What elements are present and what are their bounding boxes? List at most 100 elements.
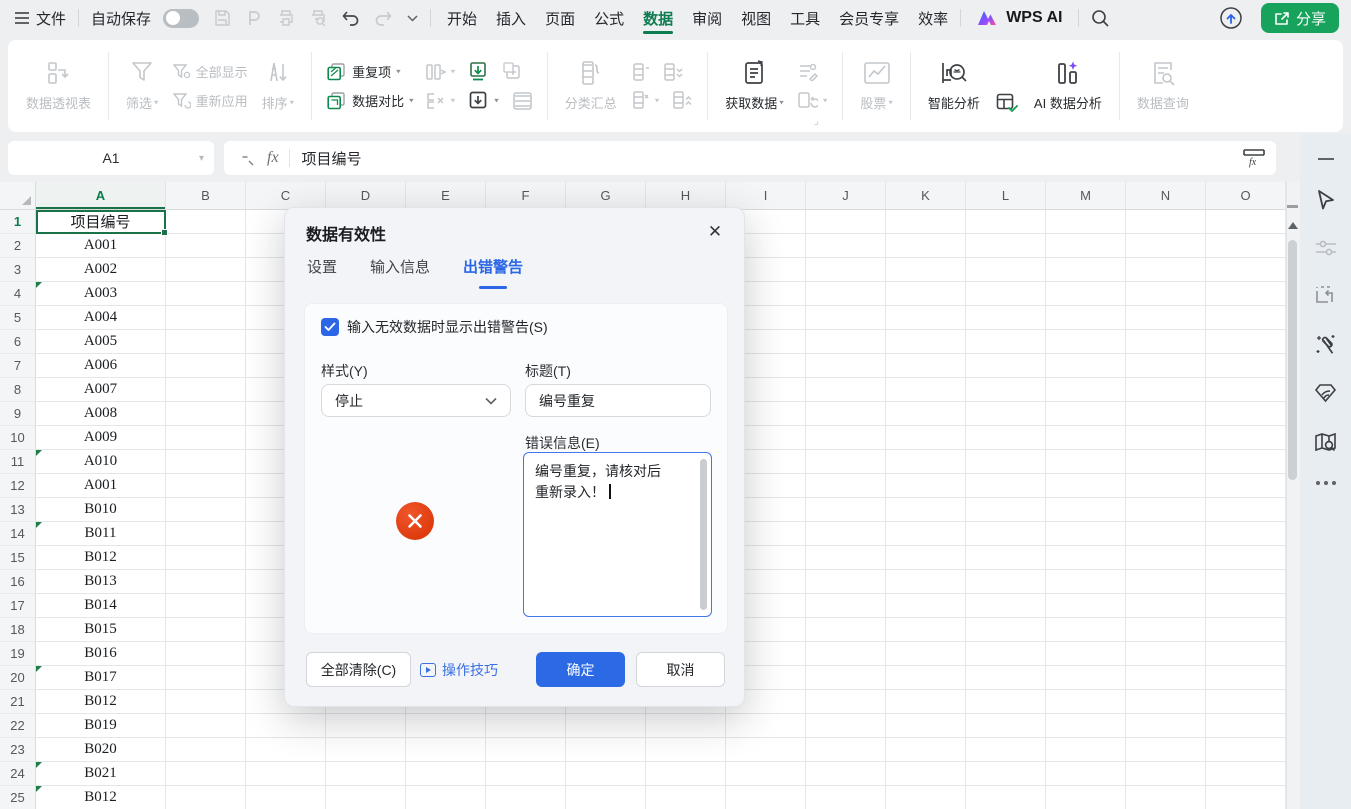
refresh-data-button[interactable]: ▾ — [798, 91, 828, 109]
cell-M14[interactable] — [1046, 522, 1126, 546]
cell-M17[interactable] — [1046, 594, 1126, 618]
cell-B10[interactable] — [166, 426, 246, 450]
formula-search-icon[interactable] — [238, 150, 255, 167]
cell-J21[interactable] — [806, 690, 886, 714]
cell-K9[interactable] — [886, 402, 966, 426]
cell-B13[interactable] — [166, 498, 246, 522]
cell-B19[interactable] — [166, 642, 246, 666]
cell-K13[interactable] — [886, 498, 966, 522]
cell-O3[interactable] — [1206, 258, 1286, 282]
file-menu[interactable]: 文件 — [14, 8, 66, 29]
cell-N8[interactable] — [1126, 378, 1206, 402]
cell-O10[interactable] — [1206, 426, 1286, 450]
split-columns-button[interactable]: ▾ — [426, 63, 456, 81]
tab-视图[interactable]: 视图 — [741, 0, 771, 36]
row-header-8[interactable]: 8 — [0, 378, 36, 402]
cell-B9[interactable] — [166, 402, 246, 426]
cell-M16[interactable] — [1046, 570, 1126, 594]
cell-N3[interactable] — [1126, 258, 1206, 282]
cell-A7[interactable]: A006 — [36, 354, 166, 378]
print-preview-icon[interactable] — [309, 9, 327, 27]
cell-J13[interactable] — [806, 498, 886, 522]
error-message-textarea[interactable]: 编号重复，请核对后重新录入！ — [523, 452, 712, 617]
cell-N9[interactable] — [1126, 402, 1206, 426]
cell-J22[interactable] — [806, 714, 886, 738]
cell-B14[interactable] — [166, 522, 246, 546]
column-header-E[interactable]: E — [406, 182, 486, 209]
cell-J24[interactable] — [806, 762, 886, 786]
cell-K16[interactable] — [886, 570, 966, 594]
cell-L5[interactable] — [966, 306, 1046, 330]
show-alert-checkbox-row[interactable]: 输入无效数据时显示出错警告(S) — [321, 317, 548, 337]
cell-G25[interactable] — [566, 786, 646, 809]
cell-O15[interactable] — [1206, 546, 1286, 570]
cell-O8[interactable] — [1206, 378, 1286, 402]
column-header-J[interactable]: J — [806, 182, 886, 209]
cell-A16[interactable]: B013 — [36, 570, 166, 594]
cell-B16[interactable] — [166, 570, 246, 594]
cell-N12[interactable] — [1126, 474, 1206, 498]
export-pdf-icon[interactable] — [245, 9, 263, 27]
cell-L12[interactable] — [966, 474, 1046, 498]
cell-I23[interactable] — [726, 738, 806, 762]
column-header-D[interactable]: D — [326, 182, 406, 209]
cell-L22[interactable] — [966, 714, 1046, 738]
cell-O9[interactable] — [1206, 402, 1286, 426]
cell-M1[interactable] — [1046, 210, 1126, 234]
cell-N7[interactable] — [1126, 354, 1206, 378]
cell-H25[interactable] — [646, 786, 726, 809]
cell-A9[interactable]: A008 — [36, 402, 166, 426]
share-button[interactable]: 分享 — [1261, 3, 1339, 33]
cell-B12[interactable] — [166, 474, 246, 498]
cell-N5[interactable] — [1126, 306, 1206, 330]
cell-J17[interactable] — [806, 594, 886, 618]
cell-N23[interactable] — [1126, 738, 1206, 762]
tab-页面[interactable]: 页面 — [545, 0, 575, 36]
cell-O6[interactable] — [1206, 330, 1286, 354]
row-header-16[interactable]: 16 — [0, 570, 36, 594]
textarea-scrollbar-thumb[interactable] — [700, 459, 707, 610]
merge-compute-icon[interactable] — [513, 92, 532, 110]
cell-M10[interactable] — [1046, 426, 1126, 450]
tab-插入[interactable]: 插入 — [496, 0, 526, 36]
cell-A5[interactable]: A004 — [36, 306, 166, 330]
cell-O25[interactable] — [1206, 786, 1286, 809]
formula-field[interactable]: fx 项目编号 fx — [224, 141, 1276, 175]
row-header-18[interactable]: 18 — [0, 618, 36, 642]
pivot-table-button[interactable]: 数据透视表 — [18, 60, 99, 112]
select-all-corner[interactable] — [0, 182, 36, 209]
column-header-K[interactable]: K — [886, 182, 966, 209]
cell-A13[interactable]: B010 — [36, 498, 166, 522]
scroll-up-arrow[interactable] — [1288, 222, 1298, 229]
cell-A24[interactable]: B021 — [36, 762, 166, 786]
cell-A20[interactable]: B017 — [36, 666, 166, 690]
cell-K20[interactable] — [886, 666, 966, 690]
cell-O7[interactable] — [1206, 354, 1286, 378]
cell-K22[interactable] — [886, 714, 966, 738]
cell-O4[interactable] — [1206, 282, 1286, 306]
cell-O2[interactable] — [1206, 234, 1286, 258]
cell-M3[interactable] — [1046, 258, 1126, 282]
cell-A8[interactable]: A007 — [36, 378, 166, 402]
save-icon[interactable] — [213, 9, 231, 27]
cell-A22[interactable]: B019 — [36, 714, 166, 738]
cell-A21[interactable]: B012 — [36, 690, 166, 714]
cell-M2[interactable] — [1046, 234, 1126, 258]
cell-M4[interactable] — [1046, 282, 1126, 306]
cell-K10[interactable] — [886, 426, 966, 450]
cell-J20[interactable] — [806, 666, 886, 690]
cell-F25[interactable] — [486, 786, 566, 809]
cell-O13[interactable] — [1206, 498, 1286, 522]
cell-O18[interactable] — [1206, 618, 1286, 642]
row-header-15[interactable]: 15 — [0, 546, 36, 570]
row-header-20[interactable]: 20 — [0, 666, 36, 690]
range-loop-icon[interactable] — [1315, 285, 1337, 306]
cell-H23[interactable] — [646, 738, 726, 762]
cell-J5[interactable] — [806, 306, 886, 330]
duplicates-button[interactable]: 重复项▾ — [327, 62, 414, 81]
dialog-close-icon[interactable]: ✕ — [702, 219, 728, 245]
name-box-chevron-icon[interactable]: ▾ — [199, 153, 204, 164]
cell-B22[interactable] — [166, 714, 246, 738]
cell-J1[interactable] — [806, 210, 886, 234]
cell-J15[interactable] — [806, 546, 886, 570]
